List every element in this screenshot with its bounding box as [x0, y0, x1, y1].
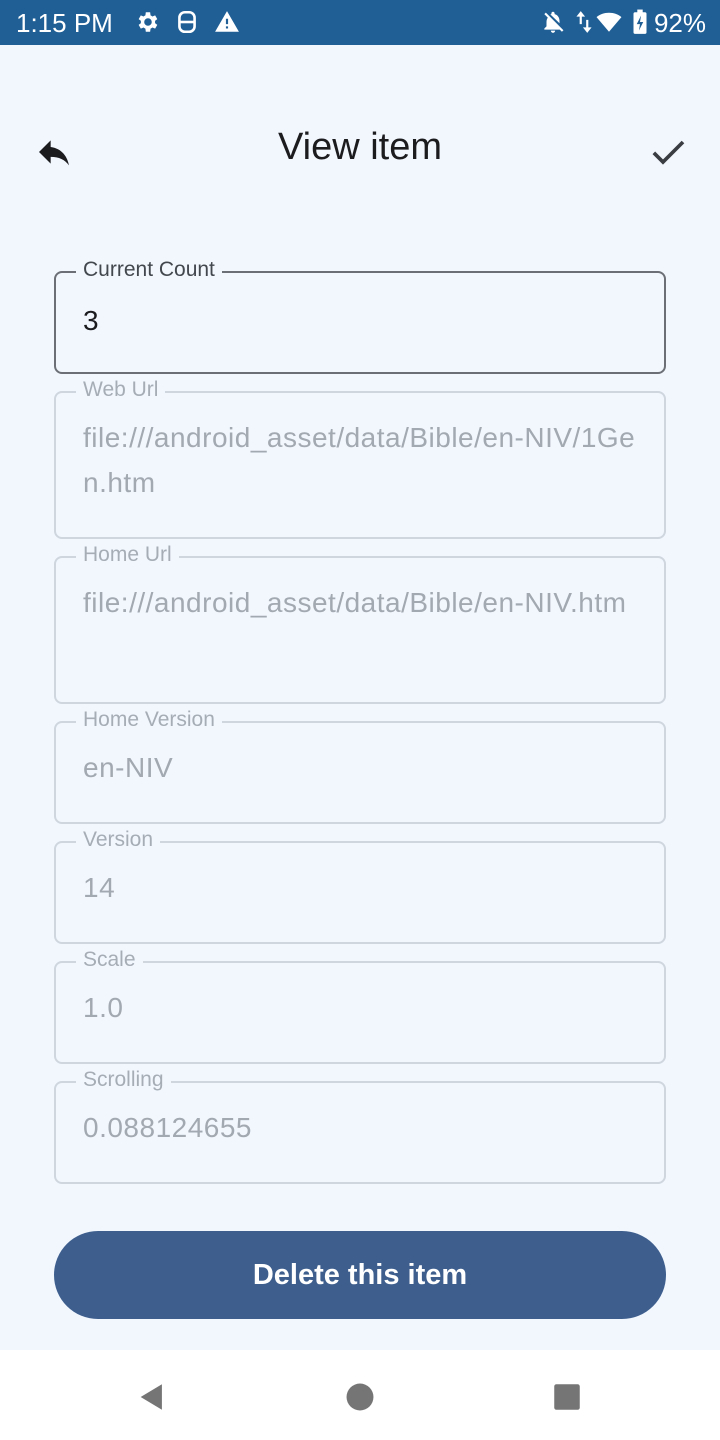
version-field: Version 14 [54, 827, 666, 944]
gear-icon [138, 12, 158, 32]
current-count-field[interactable]: Current Count 3 [54, 257, 666, 374]
wifi-icon [596, 12, 622, 32]
version-label: Version [76, 827, 161, 853]
page-title: View item [277, 126, 443, 168]
warning-icon [215, 11, 239, 32]
scale-value: 1.0 [83, 992, 124, 1023]
status-time: 1:15 PM [16, 8, 113, 38]
battery-icon [633, 9, 647, 34]
sim-icon [178, 10, 196, 34]
data-arrows-icon [576, 11, 592, 33]
battery-percentage: 92% [653, 8, 706, 38]
web-url-value: file:///android_asset/data/Bible/en-NIV/… [83, 422, 636, 498]
version-value: 14 [83, 872, 116, 903]
bell-off-icon [544, 11, 564, 33]
delete-item-label: Delete this item [252, 1258, 468, 1291]
delete-item-button[interactable]: Delete this item [54, 1231, 666, 1319]
home-version-value: en-NIV [83, 752, 174, 783]
home-version-label: Home Version [76, 707, 222, 733]
home-url-field: Home Url file:///android_asset/data/Bibl… [54, 542, 666, 704]
home-circle-icon[interactable] [343, 1380, 377, 1414]
current-count-value[interactable]: 3 [83, 298, 648, 343]
back-triangle-icon[interactable] [135, 1380, 169, 1414]
checkmark-icon [652, 140, 685, 165]
home-url-label: Home Url [76, 542, 179, 568]
recents-square-icon[interactable] [550, 1380, 584, 1414]
web-url-label: Web Url [76, 377, 166, 403]
current-count-label: Current Count [76, 257, 222, 283]
scale-label: Scale [76, 947, 143, 973]
home-url-value: file:///android_asset/data/Bible/en-NIV.… [83, 587, 627, 618]
confirm-button[interactable] [648, 132, 688, 172]
scale-field: Scale 1.0 [54, 947, 666, 1064]
scrolling-field: Scrolling 0.088124655 [54, 1067, 666, 1184]
scrolling-value: 0.088124655 [83, 1112, 253, 1143]
scrolling-label: Scrolling [76, 1067, 171, 1093]
status-bar: 1:15 PM 92% [0, 0, 720, 45]
navigation-bar [0, 1350, 720, 1440]
home-version-field: Home Version en-NIV [54, 707, 666, 824]
web-url-field: Web Url file:///android_asset/data/Bible… [54, 377, 666, 539]
